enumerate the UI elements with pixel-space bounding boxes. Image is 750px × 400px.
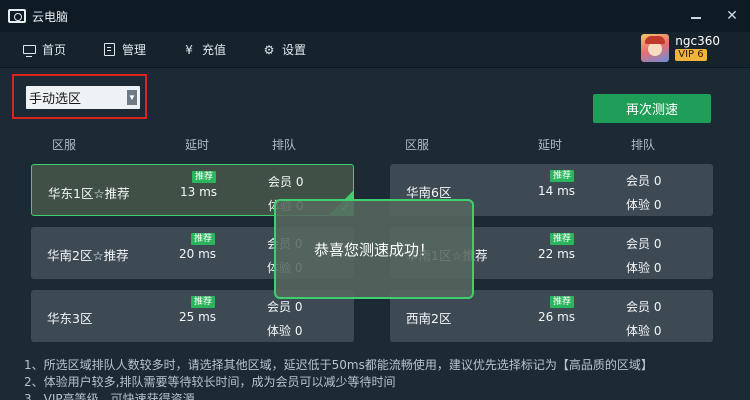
trial-queue: 体验 0: [626, 261, 662, 275]
member-queue: 会员 0: [626, 237, 662, 251]
yuan-icon: ¥: [185, 42, 193, 57]
member-queue: 会员 0: [626, 174, 662, 188]
trial-queue: 体验 0: [267, 324, 303, 338]
notes: 1、所选区域排队人数较多时，请选择其他区域，延迟低于50ms都能流畅使用，建议优…: [24, 357, 653, 400]
vip-badge: VIP 6: [675, 49, 707, 61]
member-queue: 会员 0: [267, 300, 303, 314]
username: ngc360: [675, 34, 720, 48]
column-header-region: 区服: [52, 138, 77, 152]
member-queue: 会员 0: [626, 300, 662, 314]
recommended-badge: 推荐: [192, 171, 217, 183]
recommended-badge: 推荐: [550, 170, 575, 182]
server-name: 西南2区: [406, 311, 452, 326]
column-header-latency: 延时: [185, 138, 210, 152]
nav-item-manage[interactable]: 管理: [102, 41, 146, 58]
server-latency: 22 ms: [538, 247, 576, 261]
nav-label: 设置: [282, 43, 307, 57]
document-icon: [102, 43, 116, 57]
recommended-badge: 推荐: [550, 233, 575, 245]
close-icon: ✕: [726, 8, 738, 24]
nav-bar: 首页 管理 ¥ 充值 ⚙ 设置 ngc360 VIP 6: [0, 32, 750, 68]
trial-queue: 体验 0: [626, 198, 662, 212]
dropdown-arrow-icon[interactable]: ▼: [127, 90, 137, 105]
server-latency: 13 ms: [180, 185, 218, 199]
mode-select-highlight: 手动选区 ▼: [12, 74, 147, 119]
server-name: 华南2区☆推荐: [47, 248, 129, 263]
nav-item-home[interactable]: 首页: [22, 41, 66, 58]
gear-icon: ⚙: [263, 42, 275, 57]
trial-queue: 体验 0: [626, 324, 662, 338]
note-line: 2、体验用户较多,排队需要等待较长时间，成为会员可以减少等待时间: [24, 375, 396, 389]
server-name: 华东1区☆推荐: [48, 186, 130, 201]
server-name: 华东3区: [47, 311, 93, 326]
mode-select-value: 手动选区: [29, 91, 82, 106]
nav-item-recharge[interactable]: ¥ 充值: [182, 41, 226, 58]
title-bar: 云电脑 ✕: [0, 0, 750, 32]
nav-label: 充值: [202, 43, 227, 57]
recommended-badge: 推荐: [191, 296, 216, 308]
recommended-badge: 推荐: [191, 233, 216, 245]
server-latency: 25 ms: [179, 310, 217, 324]
column-header-latency: 延时: [538, 138, 563, 152]
member-queue: 会员 0: [268, 175, 304, 189]
window-controls: ✕: [678, 0, 750, 32]
column-header-region: 区服: [405, 138, 430, 152]
window-title: 云电脑: [32, 9, 69, 24]
success-toast: 恭喜您测速成功！: [274, 199, 474, 299]
column-header-queue: 排队: [631, 138, 656, 152]
close-button[interactable]: ✕: [714, 0, 750, 32]
note-line: 1、所选区域排队人数较多时，请选择其他区域，延迟低于50ms都能流畅使用，建议优…: [24, 358, 653, 372]
server-latency: 14 ms: [538, 184, 576, 198]
monitor-icon: [22, 43, 36, 57]
cloud-pc-logo-icon: [8, 9, 26, 23]
retest-button[interactable]: 再次测速: [593, 94, 711, 123]
user-info: ngc360 VIP 6: [675, 35, 720, 61]
minimize-button[interactable]: [678, 0, 714, 32]
server-latency: 20 ms: [179, 247, 217, 261]
avatar[interactable]: [641, 34, 670, 62]
nav-label: 管理: [122, 43, 147, 57]
recommended-badge: 推荐: [550, 296, 575, 308]
server-latency: 26 ms: [538, 310, 576, 324]
column-header-queue: 排队: [272, 138, 297, 152]
mode-select[interactable]: 手动选区 ▼: [26, 86, 140, 109]
minimize-icon: [691, 17, 701, 19]
user-area[interactable]: ngc360 VIP 6: [641, 34, 720, 62]
nav-item-settings[interactable]: ⚙ 设置: [262, 41, 306, 58]
note-line: 3、VIP高等级，可快速获得资源: [24, 392, 195, 400]
nav-label: 首页: [42, 43, 67, 57]
